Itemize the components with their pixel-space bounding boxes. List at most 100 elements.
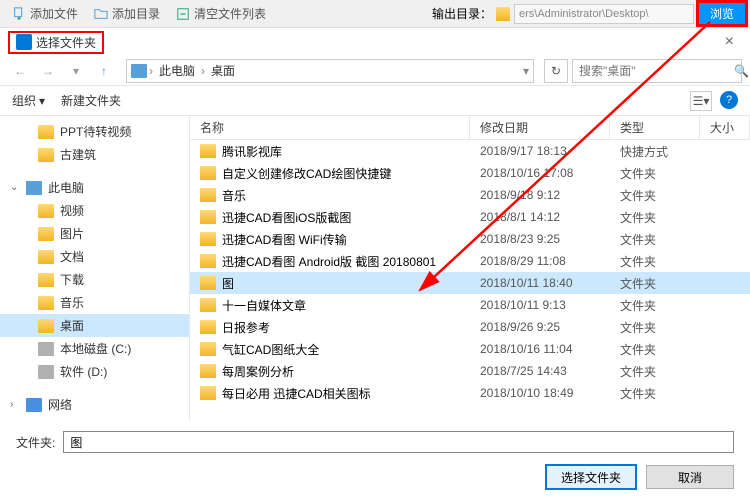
view-mode-button[interactable]: ☰▾ <box>690 91 712 111</box>
tree-item-label: PPT待转视频 <box>60 123 131 140</box>
column-type[interactable]: 类型 <box>610 116 700 139</box>
organize-button[interactable]: 组织 ▾ <box>12 92 45 109</box>
file-type: 文件夹 <box>610 319 700 336</box>
file-row[interactable]: 每周案例分析2018/7/25 14:43文件夹 <box>190 360 750 382</box>
expand-icon[interactable]: ⌄ <box>10 182 20 193</box>
file-row[interactable]: 迅捷CAD看图 Android版 截图 201808012018/8/29 11… <box>190 250 750 272</box>
folder-icon <box>200 232 216 246</box>
file-header: 名称 修改日期 类型 大小 <box>190 116 750 140</box>
nav-forward-button[interactable]: → <box>36 59 60 83</box>
file-name: 音乐 <box>222 187 246 204</box>
file-list[interactable]: 腾讯影视库2018/9/17 18:13快捷方式自定义创建修改CAD绘图快捷键 2… <box>190 140 750 421</box>
app-toolbar: 添加文件 添加目录 清空文件列表 输出目录： ers\Administrator… <box>0 0 750 28</box>
tree-item-label: 网络 <box>48 396 72 413</box>
tree-item[interactable]: ⌄此电脑 <box>0 176 189 199</box>
tree-item-label: 古建筑 <box>60 146 96 163</box>
add-file-button[interactable]: 添加文件 <box>4 3 86 24</box>
output-label: 输出目录： <box>432 5 492 22</box>
refresh-button[interactable]: ↻ <box>544 59 568 83</box>
help-button[interactable]: ? <box>720 91 738 109</box>
dialog-title-text: 选择文件夹 <box>36 34 96 51</box>
file-plus-icon <box>12 7 26 21</box>
folder-input-row: 文件夹: <box>16 431 734 453</box>
tree-item-label: 软件 (D:) <box>60 363 107 380</box>
tree-item-label: 文档 <box>60 248 84 265</box>
folder-icon <box>200 254 216 268</box>
file-row[interactable]: 气缸CAD图纸大全2018/10/16 11:04文件夹 <box>190 338 750 360</box>
close-button[interactable]: × <box>717 33 742 51</box>
file-date: 2018/10/11 9:13 <box>470 298 610 312</box>
folder-icon <box>200 320 216 334</box>
file-name: 图 <box>222 275 234 292</box>
add-dir-button[interactable]: 添加目录 <box>86 3 168 24</box>
nav-back-button[interactable]: ← <box>8 59 32 83</box>
organize-label: 组织 <box>12 92 36 109</box>
add-dir-label: 添加目录 <box>112 5 160 22</box>
folder-name-input[interactable] <box>63 431 734 453</box>
tree-item[interactable]: 文档 <box>0 245 189 268</box>
search-icon[interactable]: 🔍 <box>734 64 749 78</box>
file-row[interactable]: 自定义创建修改CAD绘图快捷键2018/10/16 17:08文件夹 <box>190 162 750 184</box>
file-type: 文件夹 <box>610 275 700 292</box>
cancel-button[interactable]: 取消 <box>646 465 734 489</box>
select-folder-button[interactable]: 选择文件夹 <box>546 465 636 489</box>
file-row[interactable]: 音乐2018/9/18 9:12文件夹 <box>190 184 750 206</box>
file-row[interactable]: 日报参考2018/9/26 9:25文件夹 <box>190 316 750 338</box>
breadcrumb-sep-icon: › <box>201 64 205 78</box>
file-name: 迅捷CAD看图iOS版截图 <box>222 209 351 226</box>
tree-item[interactable]: › 网络 <box>0 393 189 416</box>
tree-item[interactable]: 下载 <box>0 268 189 291</box>
nav-dropdown-icon[interactable]: ▾ <box>64 59 88 83</box>
folder-icon <box>38 227 54 241</box>
pc-icon <box>26 181 42 195</box>
expand-icon[interactable]: › <box>10 399 20 410</box>
tree-item[interactable]: PPT待转视频 <box>0 120 189 143</box>
file-panel: 名称 修改日期 类型 大小 腾讯影视库2018/9/17 18:13快捷方式自定… <box>190 116 750 421</box>
file-date: 2018/8/23 9:25 <box>470 232 610 246</box>
browse-button[interactable]: 浏览 <box>698 2 746 25</box>
file-row[interactable]: 腾讯影视库2018/9/17 18:13快捷方式 <box>190 140 750 162</box>
file-name: 自定义创建修改CAD绘图快捷键 <box>222 165 391 182</box>
search-input[interactable] <box>579 64 734 78</box>
file-row[interactable]: 迅捷CAD看图 WiFi传输2018/8/23 9:25文件夹 <box>190 228 750 250</box>
tree-item[interactable]: 本地磁盘 (C:) <box>0 337 189 360</box>
file-row[interactable]: 迅捷CAD看图iOS版截图2018/8/1 14:12文件夹 <box>190 206 750 228</box>
breadcrumb-seg[interactable]: 桌面 <box>207 62 239 79</box>
new-folder-button[interactable]: 新建文件夹 <box>61 92 121 109</box>
clear-list-button[interactable]: 清空文件列表 <box>168 3 274 24</box>
dialog-buttons: 选择文件夹 取消 <box>16 465 734 489</box>
dialog-title-row: 选择文件夹 × <box>0 28 750 56</box>
tree-item[interactable]: 音乐 <box>0 291 189 314</box>
dialog-footer: 文件夹: 选择文件夹 取消 <box>0 421 750 499</box>
tree-item-label: 本地磁盘 (C:) <box>60 340 131 357</box>
breadcrumb-seg[interactable]: 此电脑 <box>155 62 199 79</box>
tree-item[interactable]: 桌面 <box>0 314 189 337</box>
output-path-field[interactable]: ers\Administrator\Desktop\ <box>514 4 694 24</box>
tree-item[interactable]: 软件 (D:) <box>0 360 189 383</box>
tree-panel[interactable]: PPT待转视频古建筑 ⌄此电脑视频图片文档下载音乐桌面本地磁盘 (C:) 软件 (D… <box>0 116 190 421</box>
file-row[interactable]: 图2018/10/11 18:40文件夹 <box>190 272 750 294</box>
file-date: 2018/10/16 17:08 <box>470 166 610 180</box>
chevron-down-icon: ▾ <box>39 94 45 108</box>
file-row[interactable]: 十一自媒体文章2018/10/11 9:13文件夹 <box>190 294 750 316</box>
nav-up-button[interactable]: ↑ <box>92 59 116 83</box>
breadcrumb-dropdown-icon[interactable]: ▾ <box>523 64 529 78</box>
column-date[interactable]: 修改日期 <box>470 116 610 139</box>
file-name: 气缸CAD图纸大全 <box>222 341 319 358</box>
file-date: 2018/8/1 14:12 <box>470 210 610 224</box>
tree-item[interactable]: 图片 <box>0 222 189 245</box>
folder-icon <box>38 204 54 218</box>
column-name[interactable]: 名称 <box>190 116 470 139</box>
folder-icon <box>496 7 510 21</box>
file-date: 2018/10/10 18:49 <box>470 386 610 400</box>
file-date: 2018/9/26 9:25 <box>470 320 610 334</box>
tree-item[interactable]: 古建筑 <box>0 143 189 166</box>
column-size[interactable]: 大小 <box>700 116 750 139</box>
file-type: 文件夹 <box>610 297 700 314</box>
search-box[interactable]: 🔍 <box>572 59 742 83</box>
main-area: PPT待转视频古建筑⌄此电脑视频图片文档下载音乐桌面本地磁盘 (C:)软件 (D… <box>0 116 750 421</box>
file-row[interactable]: 每日必用 迅捷CAD相关图标2018/10/10 18:49文件夹 <box>190 382 750 404</box>
controls-row: 组织 ▾ 新建文件夹 ☰▾ ? <box>0 86 750 116</box>
tree-item[interactable]: 视频 <box>0 199 189 222</box>
breadcrumb[interactable]: › 此电脑 › 桌面 ▾ <box>126 59 534 83</box>
